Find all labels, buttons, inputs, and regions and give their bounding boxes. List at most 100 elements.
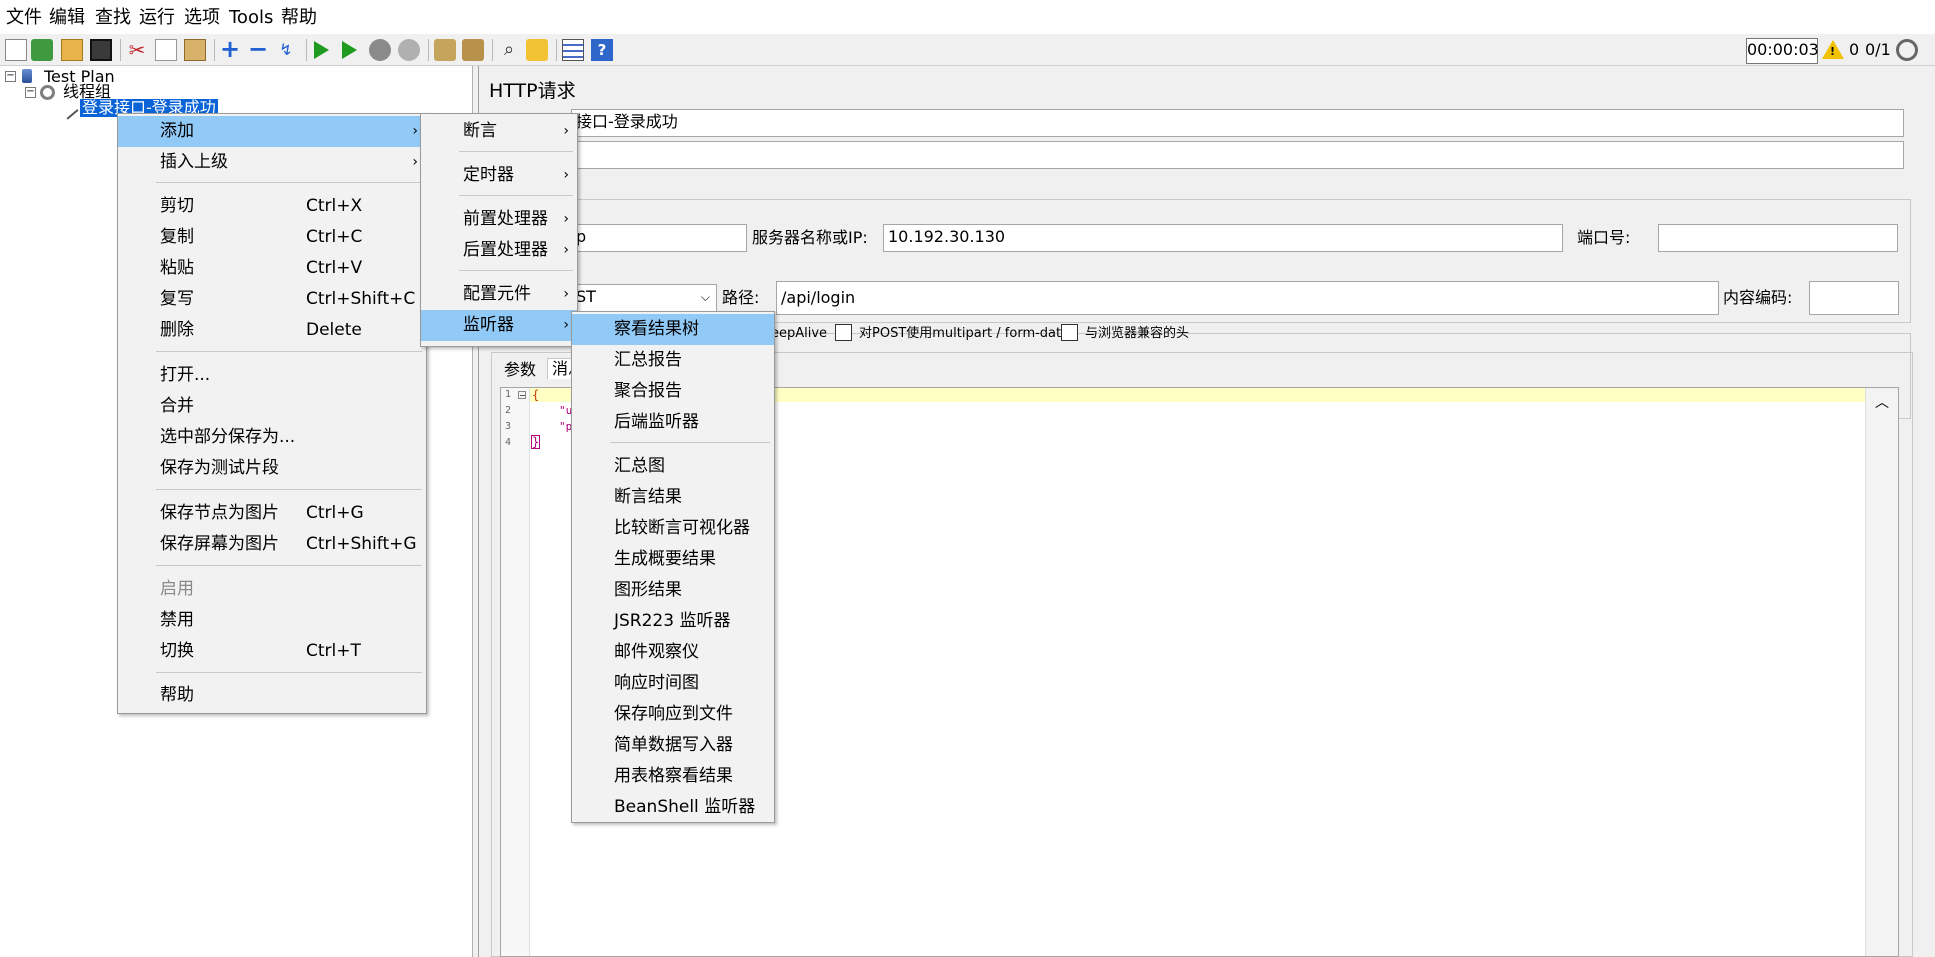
copy-icon[interactable] [155, 39, 177, 61]
path-field[interactable]: /api/login [776, 281, 1719, 315]
collapse-toggle-icon[interactable]: − [25, 87, 36, 98]
menu-item-view-results-tree[interactable]: 察看结果树 [572, 314, 774, 345]
menu-item-add[interactable]: 添加 › [118, 116, 426, 147]
gear-icon[interactable] [1896, 39, 1918, 61]
menu-item-save-selection-as[interactable]: 选中部分保存为... [118, 422, 426, 453]
templates-icon[interactable] [31, 39, 53, 61]
menu-item-save-as-fragment[interactable]: 保存为测试片段 [118, 453, 426, 484]
menu-file[interactable]: 文件 [6, 6, 42, 30]
menu-item-view-results-table[interactable]: 用表格察看结果 [572, 761, 774, 792]
server-label: 服务器名称或IP: [752, 228, 868, 247]
menu-item-help[interactable]: 帮助 [118, 680, 426, 711]
menu-item-aggregate-report[interactable]: 聚合报告 [572, 376, 774, 407]
encoding-field[interactable] [1809, 281, 1899, 315]
save-icon[interactable] [90, 39, 112, 61]
comments-field[interactable] [571, 141, 1904, 169]
menu-item-merge[interactable]: 合并 [118, 391, 426, 422]
cut-icon[interactable]: ✂ [126, 39, 148, 61]
http-sampler-icon [57, 98, 79, 120]
menu-item-jsr223-listener[interactable]: JSR223 监听器 [572, 606, 774, 637]
line-number: 1 [505, 389, 512, 400]
menu-edit[interactable]: 编辑 [49, 6, 85, 30]
panel-title: HTTP请求 [489, 80, 576, 102]
chevron-up-icon[interactable]: ︿ [1875, 392, 1889, 412]
port-label: 端口号: [1577, 228, 1631, 247]
menu-item-save-responses[interactable]: 保存响应到文件 [572, 699, 774, 730]
menu-item-paste[interactable]: 粘贴 Ctrl+V [118, 253, 426, 284]
menu-separator [459, 270, 573, 271]
multipart-checkbox[interactable] [835, 324, 852, 341]
reset-search-icon[interactable] [526, 39, 548, 61]
menu-item-insert-parent[interactable]: 插入上级 › [118, 147, 426, 178]
multipart-label: 对POST使用multipart / form-data [859, 326, 1070, 341]
menu-item-post-processors[interactable]: 后置处理器 › [421, 235, 577, 266]
menu-search[interactable]: 查找 [95, 6, 131, 30]
chevron-right-icon: › [412, 154, 418, 170]
stop-icon[interactable] [369, 39, 391, 61]
menu-options[interactable]: 选项 [184, 6, 220, 30]
menu-item-copy[interactable]: 复制 Ctrl+C [118, 222, 426, 253]
menu-item-save-screen-image[interactable]: 保存屏幕为图片 Ctrl+Shift+G [118, 529, 426, 560]
menu-item-disable[interactable]: 禁用 [118, 605, 426, 636]
menu-item-save-node-image[interactable]: 保存节点为图片 Ctrl+G [118, 498, 426, 529]
menu-separator [156, 182, 422, 183]
toolbar-separator [492, 39, 493, 61]
new-file-icon[interactable] [5, 39, 27, 61]
help-icon[interactable]: ? [591, 39, 613, 61]
menu-item-backend-listener[interactable]: 后端监听器 [572, 407, 774, 438]
browser-headers-checkbox[interactable] [1061, 324, 1078, 341]
collapse-icon[interactable]: − [247, 37, 269, 61]
menu-item-delete[interactable]: 删除 Delete [118, 315, 426, 346]
menu-item-config-elements[interactable]: 配置元件 › [421, 279, 577, 310]
menu-item-generate-summary[interactable]: 生成概要结果 [572, 544, 774, 575]
menu-item-simple-data-writer[interactable]: 简单数据写入器 [572, 730, 774, 761]
chevron-right-icon: › [563, 211, 569, 227]
fold-icon[interactable]: − [518, 391, 526, 400]
warning-icon[interactable]: ! [1822, 40, 1844, 59]
search-icon[interactable]: ⌕ [498, 39, 520, 61]
menu-item-comparison-visualizer[interactable]: 比较断言可视化器 [572, 513, 774, 544]
toolbar-separator [556, 39, 557, 61]
menu-item-duplicate[interactable]: 复写 Ctrl+Shift+C [118, 284, 426, 315]
open-folder-icon[interactable] [61, 39, 83, 61]
port-field[interactable] [1658, 224, 1898, 252]
toolbar-separator [428, 39, 429, 61]
shutdown-icon[interactable] [398, 39, 420, 61]
expand-icon[interactable]: + [219, 37, 241, 61]
menu-item-response-time-graph[interactable]: 响应时间图 [572, 668, 774, 699]
menu-item-listeners[interactable]: 监听器 › [421, 310, 577, 341]
menu-help[interactable]: 帮助 [281, 6, 317, 30]
menu-item-timers[interactable]: 定时器 › [421, 160, 577, 191]
menu-item-mailer-visualizer[interactable]: 邮件观察仪 [572, 637, 774, 668]
editor-vertical-scrollbar[interactable]: ︿ [1865, 388, 1898, 956]
menu-item-graph-results[interactable]: 图形结果 [572, 575, 774, 606]
clear-all-icon[interactable] [462, 39, 484, 61]
menu-item-open[interactable]: 打开... [118, 360, 426, 391]
start-no-pause-icon[interactable] [342, 41, 357, 59]
server-ip-field[interactable]: 10.192.30.130 [883, 224, 1563, 252]
toggle-icon[interactable]: ↯ [275, 39, 297, 61]
method-select[interactable]: ST ⌵ [571, 284, 717, 312]
collapse-toggle-icon[interactable]: − [5, 71, 16, 82]
tab-parameters[interactable]: 参数 [504, 360, 536, 380]
start-icon[interactable] [314, 41, 329, 59]
menu-run[interactable]: 运行 [139, 6, 175, 30]
menu-item-cut[interactable]: 剪切 Ctrl+X [118, 191, 426, 222]
protocol-field[interactable]: p [571, 224, 747, 252]
listener-submenu: 察看结果树 汇总报告 聚合报告 后端监听器 汇总图 断言结果 比较断言可视化器 … [571, 311, 775, 823]
menu-item-pre-processors[interactable]: 前置处理器 › [421, 204, 577, 235]
line-number: 2 [505, 405, 512, 416]
line-number-gutter: 1 2 3 4 − [501, 388, 530, 956]
menu-item-assertion-results[interactable]: 断言结果 [572, 482, 774, 513]
menu-item-assertions[interactable]: 断言 › [421, 116, 577, 147]
function-helper-icon[interactable] [562, 39, 584, 61]
menu-item-summary-report[interactable]: 汇总报告 [572, 345, 774, 376]
clear-icon[interactable] [434, 39, 456, 61]
menu-item-aggregate-graph[interactable]: 汇总图 [572, 451, 774, 482]
menu-item-toggle[interactable]: 切换 Ctrl+T [118, 636, 426, 667]
menu-item-beanshell-listener[interactable]: BeanShell 监听器 [572, 792, 774, 823]
toolbar: ✂ + − ↯ ⌕ ? 00:00:03 ! 0 0/1 [0, 34, 1935, 66]
name-field[interactable]: 接口-登录成功 [571, 109, 1904, 137]
paste-icon[interactable] [184, 39, 206, 61]
menu-tools[interactable]: Tools [229, 6, 273, 30]
